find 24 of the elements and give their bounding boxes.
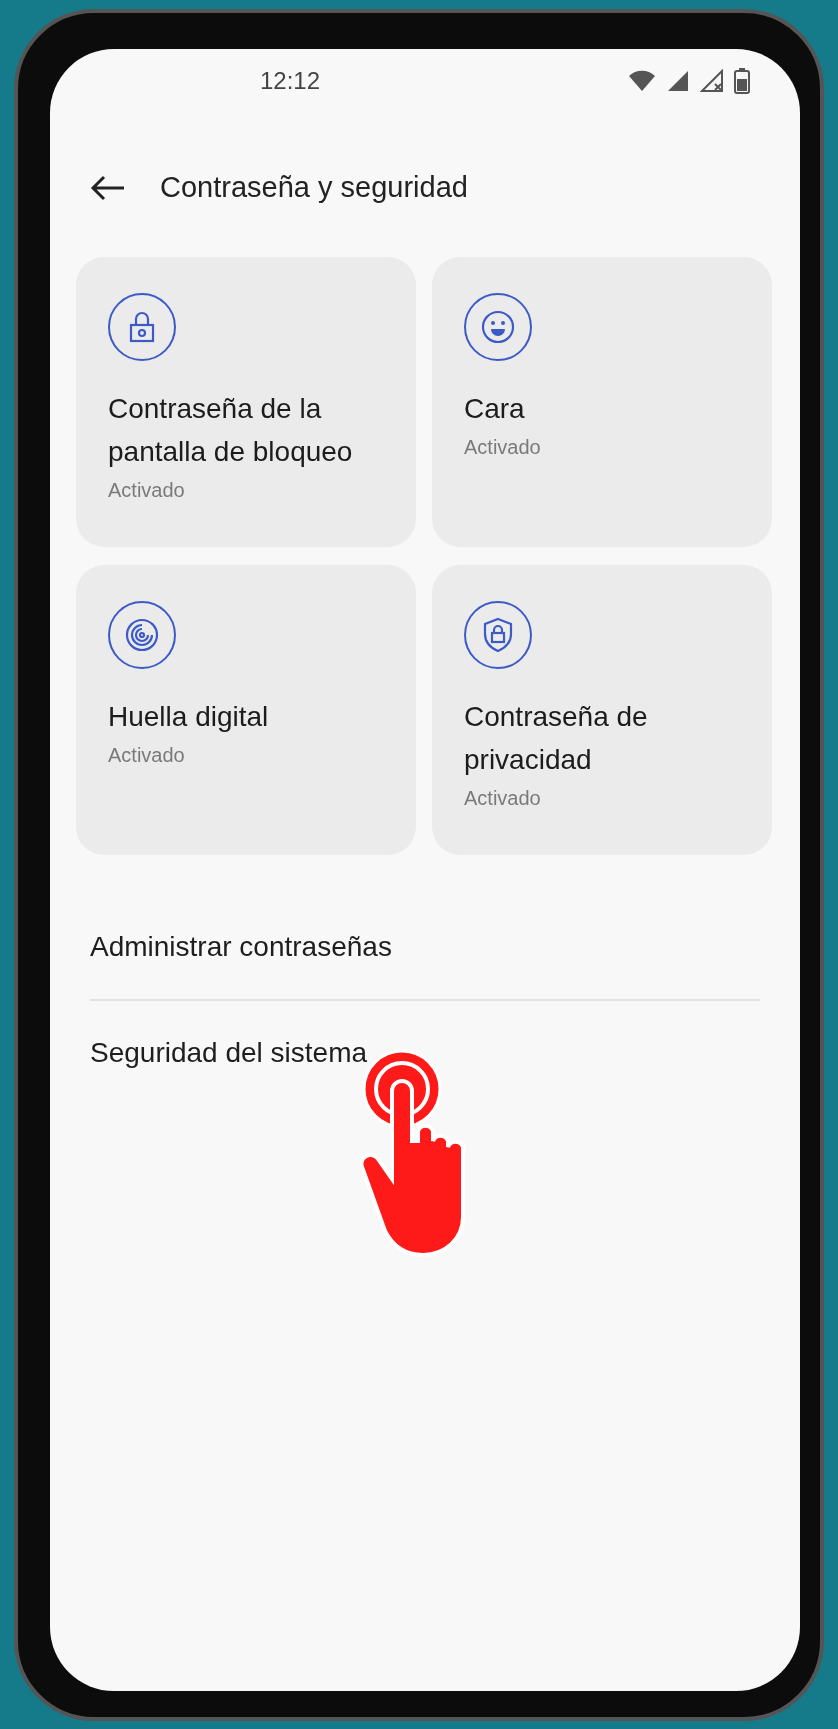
settings-card[interactable]: Contraseña de privacidad Activado (432, 564, 772, 855)
settings-card[interactable]: Huella digital Activado (76, 564, 416, 855)
fingerprint-icon (124, 616, 160, 653)
card-status: Activado (464, 435, 542, 459)
card-status: Activado (464, 786, 542, 810)
settings-card[interactable]: Cara Activado (432, 256, 772, 547)
status-time: 12:12 (260, 66, 321, 95)
back-button[interactable] (90, 174, 126, 201)
smiley-face-icon (480, 308, 516, 345)
back-arrow-icon (90, 174, 126, 201)
card-title: Contraseña de la pantalla de bloqueo (108, 391, 354, 469)
page-title: Contraseña y seguridad (160, 171, 468, 204)
shield-lock-icon (481, 615, 515, 654)
settings-card[interactable]: Contraseña de la pantalla de bloqueo Activado (76, 256, 416, 547)
card-title: Huella digital (108, 699, 270, 734)
wifi-icon (628, 69, 656, 92)
list-item[interactable]: Administrar contraseñas (90, 894, 760, 999)
battery-icon (734, 67, 750, 94)
no-signal-icon (700, 68, 724, 93)
card-title: Cara (464, 391, 526, 426)
card-status: Activado (108, 478, 186, 502)
card-title: Contraseña de privacidad (464, 699, 649, 777)
card-status: Activado (108, 743, 186, 767)
list-item[interactable]: Seguridad del sistema (90, 1000, 760, 1105)
